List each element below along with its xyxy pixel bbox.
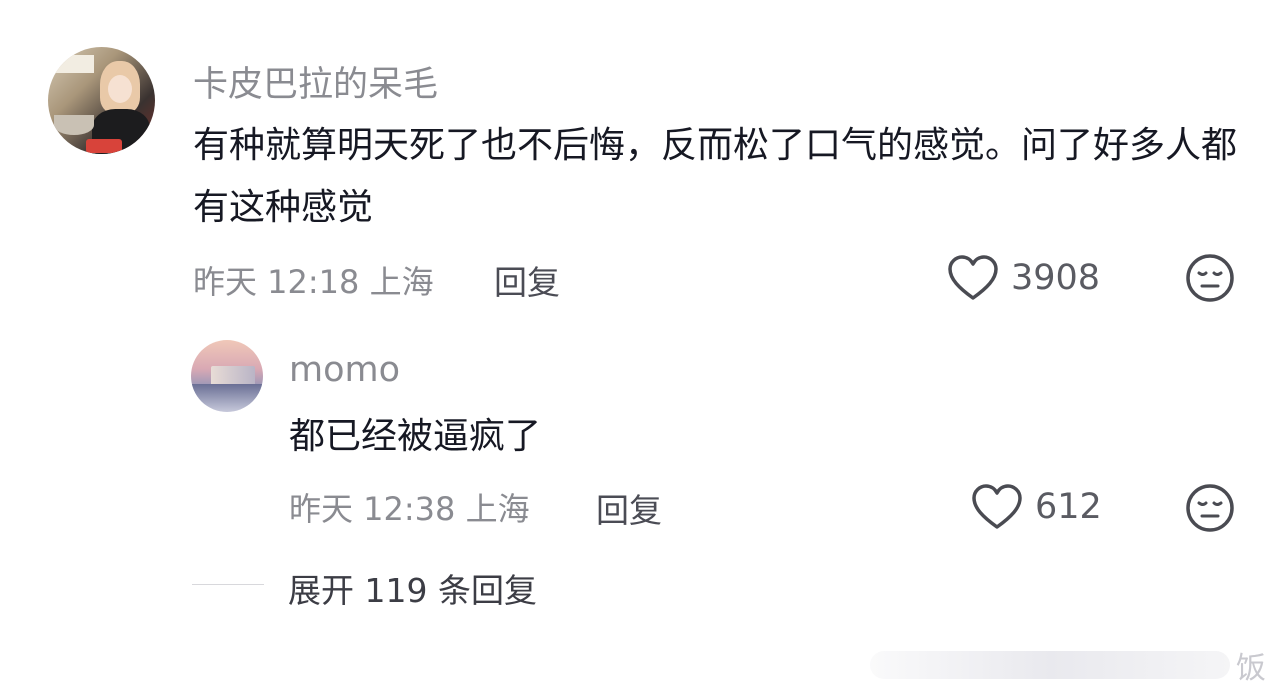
- expand-replies-button[interactable]: 展开 119 条回复: [288, 564, 537, 612]
- reply-meta: 昨天 12:38 上海: [289, 484, 530, 530]
- reply-time: 昨天 12:38: [289, 490, 456, 528]
- watermark-bar: [870, 651, 1230, 679]
- comment-text: 有种就算明天死了也不后悔，反而松了口气的感觉。问了好多人都有这种感觉: [193, 125, 1238, 228]
- heart-outline-icon: [972, 484, 1022, 529]
- comment-reply-button[interactable]: 回复: [494, 256, 560, 304]
- reply-dislike-button[interactable]: [1185, 483, 1235, 537]
- comment-like-count: 3908: [1011, 258, 1101, 298]
- comment-meta: 昨天 12:18 上海: [193, 257, 434, 303]
- avatar-sea: [191, 384, 263, 412]
- reply-text: 都已经被逼疯了: [289, 416, 542, 457]
- reply-reply-button[interactable]: 回复: [596, 484, 662, 532]
- avatar-sign: [54, 55, 94, 73]
- commenter-avatar[interactable]: [48, 47, 155, 154]
- avatar-bowl: [54, 115, 94, 135]
- reply-location: 上海: [465, 490, 530, 528]
- watermark-text: 饭: [1236, 651, 1266, 686]
- comment-location: 上海: [369, 263, 434, 301]
- avatar-face: [108, 75, 132, 103]
- heart-outline-icon: [948, 255, 998, 300]
- comment-like-button[interactable]: 3908: [947, 254, 1100, 302]
- replier-username[interactable]: momo: [289, 350, 400, 390]
- watermark: 饭: [870, 646, 1270, 686]
- commenter-username[interactable]: 卡皮巴拉的呆毛: [193, 56, 438, 107]
- avatar-plate: [86, 139, 122, 153]
- comment-time: 昨天 12:18: [193, 263, 360, 301]
- neutral-face-icon: [1186, 484, 1234, 532]
- reply-like-count: 612: [1035, 487, 1102, 527]
- neutral-face-icon: [1186, 254, 1234, 302]
- reply-like-button[interactable]: 612: [971, 483, 1102, 531]
- comment-dislike-button[interactable]: [1185, 253, 1235, 307]
- expand-divider: [192, 584, 264, 585]
- replier-avatar[interactable]: [191, 340, 263, 412]
